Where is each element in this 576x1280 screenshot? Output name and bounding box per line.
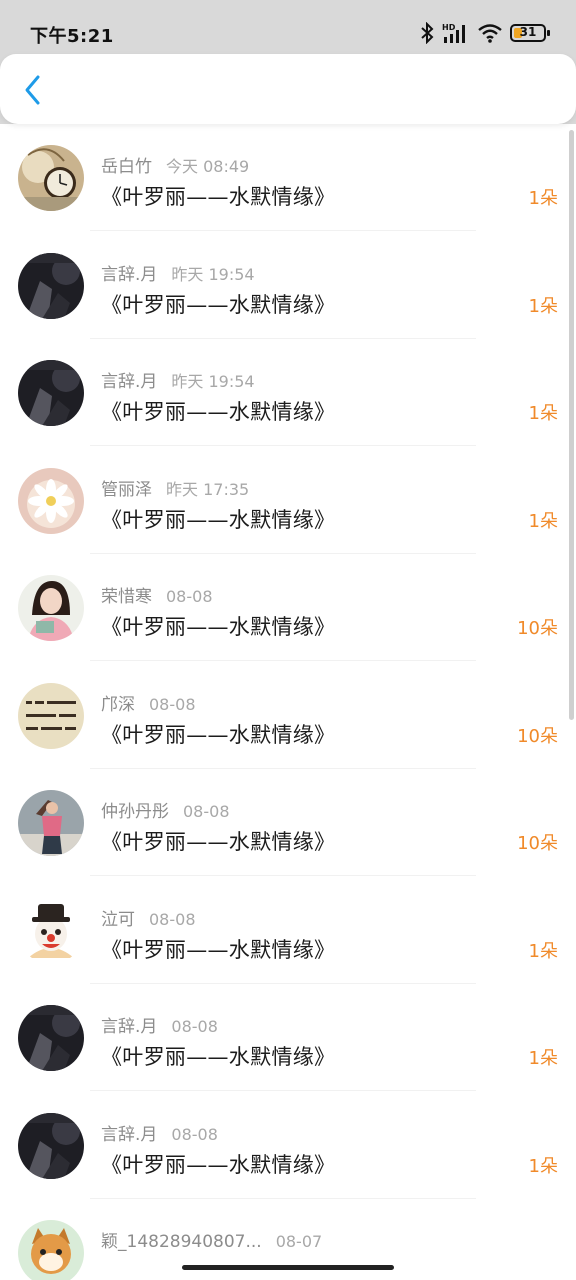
book-title: 《叶罗丽——水默情缘》 [101,185,336,209]
flower-count: 10朵 [517,833,558,854]
timestamp: 今天 08:49 [166,157,250,176]
status-bar: 下午5:21 HD 31 [0,0,576,54]
avatar[interactable] [18,467,84,534]
user-name[interactable]: 颖_14828940807... [101,1227,262,1252]
flower-count: 1朵 [528,1155,558,1177]
book-title: 《叶罗丽——水默情缘》 [101,1152,336,1177]
gift-list[interactable]: 岳白竹 今天 08:49 《叶罗丽——水默情缘》 1朵 言辞.月 昨天 19:54 《叶罗… [0,124,576,1280]
book-title: 《叶罗丽——水默情缘》 [101,1045,336,1069]
chevron-left-icon [25,75,40,105]
battery-level: 31 [519,25,537,39]
user-name[interactable]: 仲孙丹彤 [101,797,169,822]
user-name[interactable]: 言辞.月 [101,260,157,285]
avatar[interactable] [18,1220,84,1280]
flower-count: 1朵 [528,188,558,209]
avatar[interactable] [18,1005,84,1071]
avatar[interactable] [18,1112,84,1179]
timestamp: 昨天 19:54 [171,264,255,284]
timestamp: 08-08 [166,587,213,606]
back-button[interactable] [16,72,48,108]
flower-count: 10朵 [517,618,558,639]
bluetooth-icon [420,22,434,44]
timestamp: 08-07 [275,1232,323,1251]
item-meta: 言辞.月 08-08 [101,1120,218,1145]
timestamp: 08-08 [149,909,196,929]
item-meta: 言辞.月 昨天 19:54 [101,260,255,285]
svg-text:HD: HD [442,23,456,32]
list-item[interactable]: 邝深 08-08 《叶罗丽——水默情缘》 10朵 [0,662,576,769]
avatar[interactable] [18,790,84,856]
user-name[interactable]: 言辞.月 [101,367,157,392]
list-item[interactable]: 管丽泽 昨天 17:35 《叶罗丽——水默情缘》 1朵 [0,447,576,554]
timestamp: 08-08 [171,1124,218,1144]
signal-hd-icon: HD [442,22,470,44]
status-time: 下午5:21 [30,26,114,47]
flower-count: 1朵 [528,295,558,317]
status-icons: HD 31 [420,20,550,46]
home-indicator[interactable] [182,1265,394,1270]
list-item[interactable]: 言辞.月 昨天 19:54 《叶罗丽——水默情缘》 1朵 [0,339,576,446]
list-item[interactable]: 言辞.月 08-08 《叶罗丽——水默情缘》 1朵 [0,984,576,1091]
user-name[interactable]: 言辞.月 [101,1120,157,1145]
item-meta: 邝深 08-08 [101,690,196,715]
book-title: 《叶罗丽——水默情缘》 [101,507,336,532]
book-title: 《叶罗丽——水默情缘》 [101,615,336,639]
item-meta: 言辞.月 08-08 [101,1012,218,1037]
list-item[interactable]: 泣可 08-08 《叶罗丽——水默情缘》 1朵 [0,877,576,984]
header [0,54,576,124]
flower-count: 1朵 [528,510,558,532]
flower-count: 1朵 [528,940,558,962]
book-title: 《叶罗丽——水默情缘》 [101,400,336,424]
flower-count: 1朵 [528,1048,558,1069]
wifi-icon [478,23,502,43]
user-name[interactable]: 管丽泽 [101,475,152,500]
user-name[interactable]: 邝深 [101,690,135,715]
book-title: 《叶罗丽——水默情缘》 [101,722,336,747]
timestamp: 08-08 [183,802,230,821]
item-meta: 泣可 08-08 [101,905,196,930]
avatar[interactable] [18,682,84,749]
user-name[interactable]: 岳白竹 [101,152,152,177]
item-meta: 岳白竹 今天 08:49 [101,152,249,177]
user-name[interactable]: 泣可 [101,905,135,930]
book-title: 《叶罗丽——水默情缘》 [101,830,336,854]
timestamp: 昨天 17:35 [166,479,250,499]
list-item[interactable]: 荣惜寒 08-08 《叶罗丽——水默情缘》 10朵 [0,554,576,661]
book-title: 《叶罗丽——水默情缘》 [101,292,336,317]
avatar[interactable] [18,145,84,211]
avatar[interactable] [18,360,84,426]
item-meta: 管丽泽 昨天 17:35 [101,475,249,500]
list-item[interactable]: 仲孙丹彤 08-08 《叶罗丽——水默情缘》 10朵 [0,769,576,876]
user-name[interactable]: 荣惜寒 [101,582,152,607]
flower-count: 1朵 [528,403,558,424]
item-meta: 颖_14828940807... 08-07 [101,1227,322,1252]
book-title: 《叶罗丽——水默情缘》 [101,937,336,962]
item-meta: 荣惜寒 08-08 [101,582,213,607]
avatar[interactable] [18,575,84,641]
list-item[interactable]: 言辞.月 昨天 19:54 《叶罗丽——水默情缘》 1朵 [0,232,576,339]
item-meta: 仲孙丹彤 08-08 [101,797,230,822]
list-item[interactable]: 言辞.月 08-08 《叶罗丽——水默情缘》 1朵 [0,1092,576,1199]
battery-icon: 31 [510,24,550,42]
avatar[interactable] [18,897,84,964]
timestamp: 08-08 [171,1017,218,1036]
flower-count: 10朵 [517,725,558,747]
timestamp: 昨天 19:54 [171,372,255,391]
item-meta: 言辞.月 昨天 19:54 [101,367,255,392]
avatar[interactable] [18,252,84,319]
user-name[interactable]: 言辞.月 [101,1012,157,1037]
list-item[interactable]: 岳白竹 今天 08:49 《叶罗丽——水默情缘》 1朵 [0,124,576,231]
timestamp: 08-08 [149,694,196,714]
